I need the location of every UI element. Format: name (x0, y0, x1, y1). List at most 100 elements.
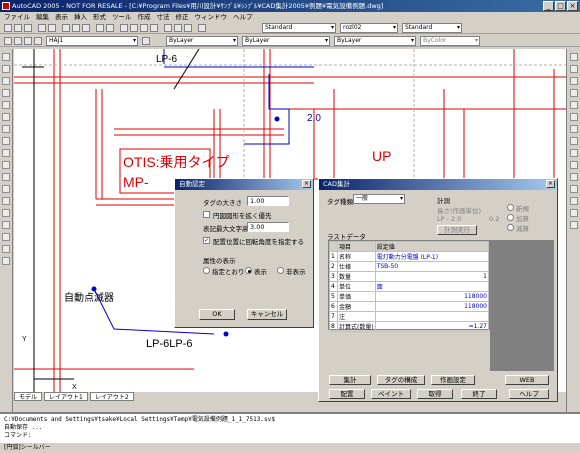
menu-edit[interactable]: 編集 (36, 12, 49, 22)
opt-add-radio[interactable] (507, 214, 514, 221)
table-row[interactable]: 6 金額 118000 (329, 301, 490, 312)
lineweight-select[interactable]: ByLayer (334, 36, 416, 46)
radio-show[interactable] (245, 267, 252, 274)
expand-checkbox[interactable] (203, 211, 210, 218)
region-icon[interactable] (2, 233, 10, 241)
ellipse-icon[interactable] (2, 161, 10, 169)
tag-size-input[interactable]: 1.00 (247, 196, 289, 206)
row-value[interactable]: 118000 (374, 301, 490, 312)
menu-format[interactable]: 形式 (93, 12, 106, 22)
menu-dimension[interactable]: 寸法 (157, 12, 170, 22)
lock-icon[interactable] (34, 37, 42, 45)
design-center-icon[interactable] (174, 24, 182, 32)
table-row[interactable]: 4 単位面 (329, 281, 490, 292)
sun-icon[interactable] (24, 37, 32, 45)
dim-style-select[interactable]: rozl02 (340, 23, 398, 33)
polyline-icon[interactable] (2, 77, 10, 85)
ellipse-arc-icon[interactable] (2, 173, 10, 181)
paint-button[interactable]: ペイント (371, 389, 411, 399)
radio-specified[interactable] (203, 267, 210, 274)
explode-icon[interactable] (570, 221, 578, 229)
opt-sub-radio[interactable] (507, 224, 514, 231)
tab-layout1[interactable]: レイアウト1 (44, 392, 88, 401)
help-icon[interactable] (198, 24, 206, 32)
radio-hide[interactable] (277, 267, 284, 274)
xline-icon[interactable] (2, 65, 10, 73)
move-icon[interactable] (570, 113, 578, 121)
row-value[interactable]: =1.27 (374, 321, 490, 332)
arc-icon[interactable] (2, 113, 10, 121)
web-button[interactable]: WEB (505, 375, 549, 385)
tab-model[interactable]: モデル (14, 392, 43, 401)
calc-execute-button[interactable]: 計測実行 (437, 225, 477, 235)
tag-config-button[interactable]: タグの構成 (377, 375, 425, 385)
rotation-checkbox[interactable]: ✓ (203, 237, 210, 244)
tally-button[interactable]: 集計 (329, 375, 371, 385)
row-value[interactable]: 面 (374, 281, 490, 292)
chamfer-icon[interactable] (570, 197, 578, 205)
exit-button[interactable]: 終了 (461, 389, 497, 399)
auto-ok-button[interactable]: OK (199, 309, 235, 320)
undo-icon[interactable] (96, 24, 104, 32)
menu-help[interactable]: ヘルプ (233, 12, 253, 22)
row-value[interactable]: 118000 (374, 291, 490, 302)
layer-manager-icon[interactable] (4, 37, 12, 45)
tag-type-select[interactable]: 一般 (353, 194, 405, 204)
zoom-window-icon[interactable] (140, 24, 148, 32)
tool-palette-icon[interactable] (184, 24, 192, 32)
command-window[interactable]: C:¥Documents and Settings¥tsake¥Local Se… (0, 412, 580, 442)
revcloud-icon[interactable] (2, 137, 10, 145)
row-value[interactable]: 電灯動力分電盤 (LP-1) (374, 251, 490, 262)
insert-block-icon[interactable] (2, 185, 10, 193)
copy-object-icon[interactable] (570, 65, 578, 73)
linetype-select[interactable]: ByLayer (242, 36, 330, 46)
get-button[interactable]: 取得 (417, 389, 453, 399)
erase-icon[interactable] (570, 53, 578, 61)
polygon-icon[interactable] (2, 89, 10, 97)
close-button[interactable]: × (567, 1, 578, 11)
row-value[interactable]: 1 (374, 271, 490, 282)
print-icon[interactable] (38, 24, 46, 32)
rectangle-icon[interactable] (2, 101, 10, 109)
auto-cancel-button[interactable]: キャンセル (247, 309, 287, 320)
make-block-icon[interactable] (2, 197, 10, 205)
plotstyle-select[interactable]: ByColor (420, 36, 480, 46)
draw-settings-button[interactable]: 作画設定 (431, 375, 475, 385)
circle-icon[interactable] (2, 125, 10, 133)
line-icon[interactable] (2, 53, 10, 61)
row-value[interactable]: TSB-50 (374, 261, 490, 272)
cut-icon[interactable] (62, 24, 70, 32)
new-icon[interactable] (4, 24, 12, 32)
properties-icon[interactable] (164, 24, 172, 32)
menu-draw[interactable]: 作成 (138, 12, 151, 22)
menu-view[interactable]: 表示 (55, 12, 68, 22)
tab-layout2[interactable]: レイアウト2 (89, 392, 134, 401)
offset-icon[interactable] (570, 89, 578, 97)
lightbulb-icon[interactable] (14, 37, 22, 45)
menu-insert[interactable]: 挿入 (74, 12, 87, 22)
redo-icon[interactable] (106, 24, 114, 32)
mtext-icon[interactable] (2, 257, 10, 265)
paste-icon[interactable] (82, 24, 90, 32)
table-row[interactable]: 5 単価 118000 (329, 291, 490, 302)
layer-select[interactable]: HAJ1 (46, 36, 138, 46)
trim-icon[interactable] (570, 161, 578, 169)
table-icon[interactable] (2, 245, 10, 253)
fillet-icon[interactable] (570, 209, 578, 217)
char-height-input[interactable]: 3.00 (247, 222, 289, 232)
table-row[interactable]: 3 数量 1 (329, 271, 490, 282)
auto-dialog-close-button[interactable]: × (302, 180, 311, 188)
menu-modify[interactable]: 修正 (176, 12, 189, 22)
text-style-select[interactable]: Standard (262, 23, 336, 33)
last-data-grid[interactable]: 項目 設定値 1 名称 電灯動力分電盤 (LP-1) 2 仕様 TSB-50 3 数量 1 … (328, 240, 490, 332)
opt-new-radio[interactable] (507, 204, 514, 211)
menu-tools[interactable]: ツール (112, 12, 132, 22)
row-value[interactable] (374, 311, 490, 322)
command-prompt[interactable]: コマンド: (4, 432, 576, 440)
table-row[interactable]: 2 仕様 TSB-50 (329, 261, 490, 272)
maximize-button[interactable]: □ (555, 1, 566, 11)
spline-icon[interactable] (2, 149, 10, 157)
minimize-button[interactable]: _ (543, 1, 554, 11)
rotate-icon[interactable] (570, 125, 578, 133)
open-icon[interactable] (14, 24, 22, 32)
